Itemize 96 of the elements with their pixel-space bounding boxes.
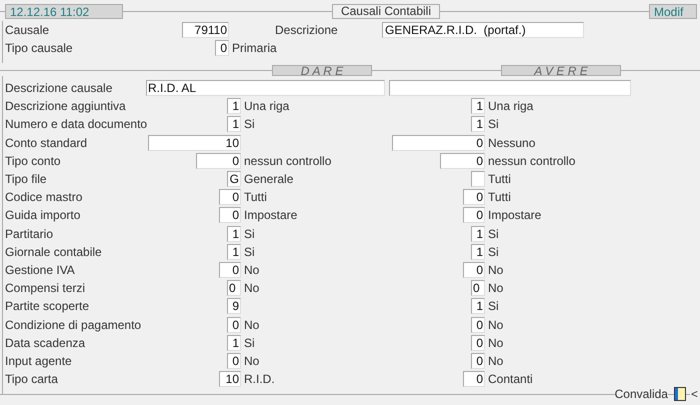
mode-label: Modif <box>649 4 697 18</box>
value-description: Tutti <box>487 171 512 188</box>
input-field[interactable]: 0 <box>471 280 485 296</box>
input-field[interactable]: 0 <box>392 134 485 151</box>
value-description: Si <box>487 116 500 134</box>
input-field[interactable]: 0 <box>219 207 241 224</box>
toggle-icon[interactable] <box>674 387 686 401</box>
input-field[interactable]: 1 <box>471 298 485 314</box>
value-description: Una riga <box>487 98 534 116</box>
input-field[interactable]: R.I.D. AL <box>146 80 385 96</box>
input-field[interactable]: 1 <box>227 334 241 351</box>
input-field[interactable]: 10 <box>219 371 241 388</box>
value-description: nessun controllo <box>243 152 332 170</box>
value-description: No <box>487 262 504 279</box>
value-description: Generale <box>243 171 294 188</box>
input-field[interactable]: 1 <box>471 244 485 260</box>
value-description: Primaria <box>231 40 277 57</box>
value-description: Tutti <box>243 189 268 206</box>
value-description: R.I.D. <box>243 371 276 388</box>
input-field[interactable]: GENERAZ.R.I.D. (portaf.) <box>382 22 584 38</box>
field-label: Data scadenza <box>5 334 86 352</box>
value-description: Si <box>243 226 256 243</box>
field-label: Condizione di pagamento <box>5 316 142 334</box>
input-field[interactable]: 0 <box>471 334 485 351</box>
value-description: Si <box>243 116 256 134</box>
input-field[interactable]: 0 <box>219 189 241 206</box>
input-field[interactable] <box>471 171 485 188</box>
field-label: Compensi terzi <box>5 280 86 298</box>
input-field[interactable]: 10 <box>148 134 241 151</box>
value-description: Si <box>487 244 500 261</box>
input-field[interactable]: 9 <box>227 298 241 314</box>
field-label: Descrizione causale <box>5 80 114 98</box>
value-description: No <box>487 280 504 298</box>
field-label: Input agente <box>5 352 73 370</box>
input-field[interactable]: 0 <box>463 207 485 224</box>
input-field[interactable]: 1 <box>471 116 485 132</box>
field-label: Codice mastro <box>5 189 84 206</box>
value-description: No <box>243 280 260 298</box>
input-field[interactable]: 0 <box>471 352 485 369</box>
value-description: No <box>487 352 504 370</box>
value-description: No <box>487 334 504 352</box>
input-field[interactable]: 0 <box>227 352 241 369</box>
field-label: Giornale contabile <box>5 244 103 261</box>
input-field[interactable]: 1 <box>471 98 485 114</box>
value-description: Impostare <box>243 207 298 224</box>
value-description: No <box>487 316 504 334</box>
value-description: Impostare <box>487 207 542 224</box>
input-field[interactable]: 1 <box>227 244 241 260</box>
value-description: No <box>243 316 260 334</box>
field-label: Partitario <box>5 226 54 243</box>
value-description: Si <box>487 298 500 316</box>
field-label: Tipo causale <box>5 40 74 57</box>
input-field[interactable]: 0 <box>219 262 241 278</box>
arrow-marker: < <box>690 386 698 403</box>
value-description: No <box>243 352 260 370</box>
input-field[interactable]: 1 <box>227 98 241 114</box>
input-field[interactable]: 1 <box>227 116 241 132</box>
value-description: Si <box>487 226 500 243</box>
input-field[interactable] <box>389 80 631 96</box>
value-description: Si <box>243 334 256 352</box>
column-header: A V E R E <box>501 64 621 76</box>
input-field[interactable]: 0 <box>471 316 485 333</box>
input-field[interactable]: 79110 <box>182 22 229 38</box>
input-field[interactable]: 0 <box>196 152 241 169</box>
input-field[interactable]: 0 <box>440 152 485 169</box>
field-label: Descrizione <box>275 22 339 39</box>
value-description: Nessuno <box>487 134 536 152</box>
value-description: No <box>243 262 260 279</box>
input-field[interactable]: 1 <box>227 226 241 242</box>
field-label: Guida importo <box>5 207 82 224</box>
field-label: Partite scoperte <box>5 298 90 316</box>
datetime-label: 12.12.16 11:02 <box>5 4 123 18</box>
field-label: Numero e data documento <box>5 116 146 134</box>
value-description: Tutti <box>487 189 512 206</box>
footer-label: Convalida <box>614 386 668 403</box>
input-field[interactable]: 0 <box>215 40 229 56</box>
value-description: Si <box>243 244 256 261</box>
field-label: Causale <box>5 22 50 39</box>
input-field[interactable]: 0 <box>463 189 485 206</box>
input-field[interactable]: 1 <box>471 226 485 242</box>
column-header: D A R E <box>272 64 372 76</box>
field-label: Conto standard <box>5 134 88 152</box>
value-description: nessun controllo <box>487 152 576 170</box>
window-title: Causali Contabili <box>332 4 440 18</box>
field-label: Descrizione aggiuntiva <box>5 98 127 116</box>
field-label: Gestione IVA <box>5 262 76 279</box>
input-field[interactable]: 0 <box>463 371 485 388</box>
value-description: Una riga <box>243 98 290 116</box>
input-field[interactable]: 0 <box>227 280 241 296</box>
input-field[interactable]: G <box>227 171 241 188</box>
field-label: Tipo conto <box>5 152 62 170</box>
field-label: Tipo file <box>5 171 48 188</box>
value-description: Contanti <box>487 371 534 388</box>
input-field[interactable]: 0 <box>227 316 241 333</box>
input-field[interactable]: 0 <box>463 262 485 278</box>
field-label: Tipo carta <box>5 371 59 388</box>
